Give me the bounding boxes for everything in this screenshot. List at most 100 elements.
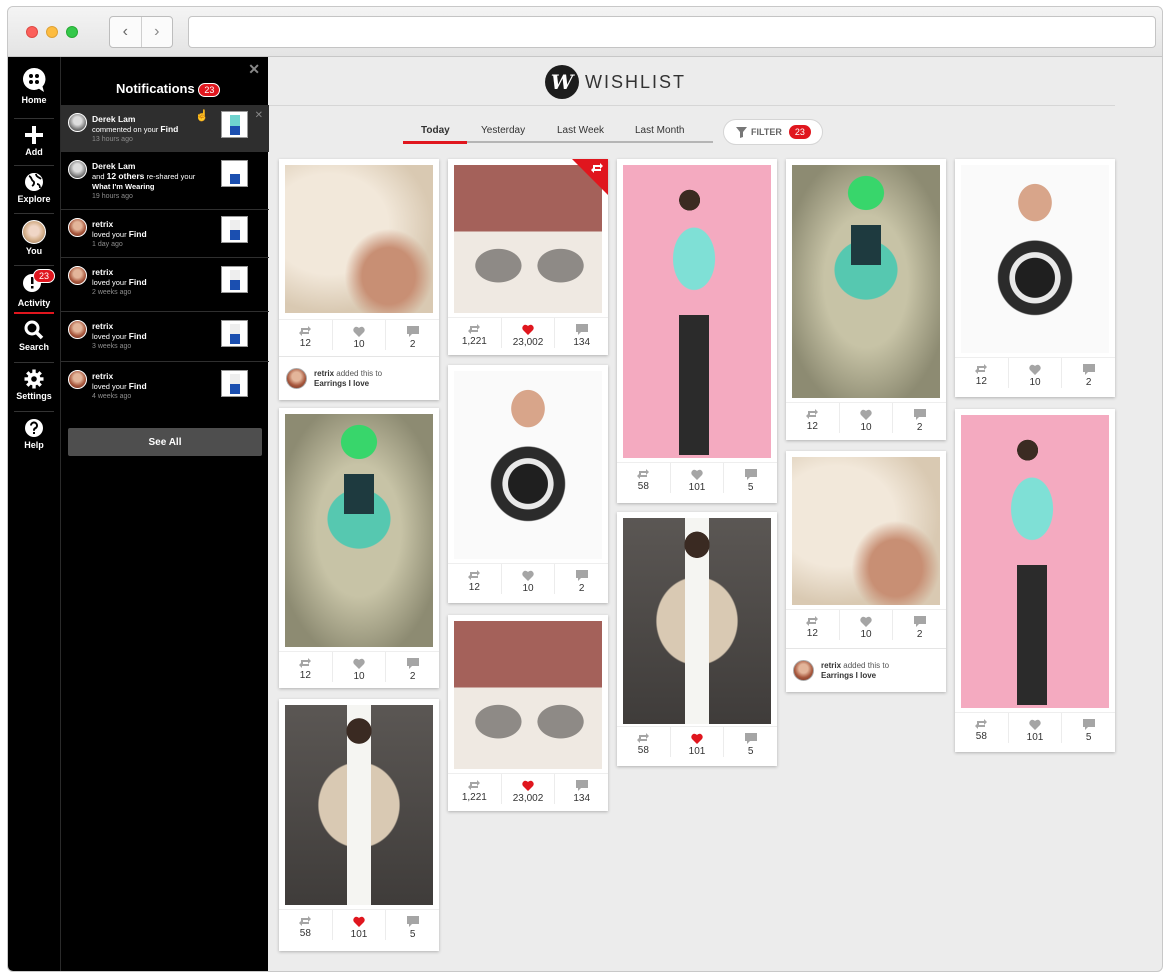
comment-stat[interactable]: 5 bbox=[385, 910, 439, 940]
comment-stat[interactable]: 5 bbox=[1061, 713, 1115, 743]
comment-stat[interactable]: 5 bbox=[723, 463, 777, 493]
feed-card[interactable]: 58 101 5 bbox=[617, 512, 777, 766]
sidebar-label-home: Home bbox=[21, 95, 47, 105]
notification-item[interactable]: retrix loved your Find 3 weeks ago bbox=[61, 312, 269, 362]
reshare-count: 12 bbox=[806, 421, 818, 432]
feed-card[interactable]: 12 10 2 bbox=[279, 408, 439, 688]
like-stat[interactable]: 23,002 bbox=[500, 318, 555, 348]
reshare-stat[interactable]: 58 bbox=[279, 910, 332, 940]
back-button[interactable]: ‹ bbox=[110, 17, 142, 47]
like-stat[interactable]: 10 bbox=[838, 403, 893, 433]
feed-card[interactable]: 12 10 2 bbox=[955, 159, 1115, 397]
comment-stat[interactable]: 2 bbox=[892, 403, 946, 433]
card-stats: 1,221 23,002 134 bbox=[448, 773, 608, 804]
sidebar-item-you[interactable]: You bbox=[8, 220, 60, 270]
browser-window: ‹ › Home Add Explore You 23 Activity Sea… bbox=[7, 6, 1163, 972]
added-to-board[interactable]: retrix added this to Earrings I love bbox=[786, 648, 946, 692]
notification-item[interactable]: Derek Lam and 12 others re-shared your W… bbox=[61, 152, 269, 210]
tab-yesterday[interactable]: Yesterday bbox=[481, 125, 525, 136]
like-stat[interactable]: 101 bbox=[331, 910, 386, 940]
notification-item[interactable]: Derek Lam commented on your Find 13 hour… bbox=[61, 105, 269, 152]
feed-card[interactable]: 1,221 23,002 134 bbox=[448, 615, 608, 811]
comment-stat[interactable]: 2 bbox=[1061, 358, 1115, 388]
feed-card[interactable]: 1,221 23,002 134 bbox=[448, 159, 608, 355]
wishlist-logo[interactable]: W WISHLIST bbox=[545, 65, 686, 99]
notification-thumbnail[interactable] bbox=[221, 216, 248, 243]
like-stat[interactable]: 10 bbox=[331, 320, 386, 350]
like-stat[interactable]: 10 bbox=[838, 610, 893, 640]
see-all-button[interactable]: See All bbox=[68, 428, 262, 456]
notification-object: 12 others bbox=[106, 171, 145, 181]
comment-stat[interactable]: 134 bbox=[554, 318, 608, 348]
notification-thumbnail[interactable] bbox=[221, 320, 248, 347]
sidebar-item-add[interactable]: Add bbox=[8, 125, 60, 175]
notification-action: loved your bbox=[92, 278, 127, 287]
sidebar-item-help[interactable]: Help bbox=[8, 418, 60, 468]
zoom-window-button[interactable] bbox=[66, 26, 78, 38]
tab-last-week[interactable]: Last Week bbox=[557, 125, 604, 136]
notification-item[interactable]: retrix loved your Find 2 weeks ago bbox=[61, 258, 269, 312]
notification-thumbnail[interactable] bbox=[221, 160, 248, 187]
reshare-stat[interactable]: 1,221 bbox=[448, 774, 501, 804]
sidebar-item-activity[interactable]: 23 Activity bbox=[8, 269, 60, 322]
notification-object: Find bbox=[128, 277, 147, 287]
reshare-icon bbox=[806, 616, 819, 626]
like-stat[interactable]: 101 bbox=[669, 727, 724, 757]
notification-item[interactable]: retrix loved your Find 4 weeks ago bbox=[61, 362, 269, 414]
comment-stat[interactable]: 2 bbox=[385, 320, 439, 350]
feed-card[interactable]: 12 10 2 bbox=[448, 365, 608, 603]
tab-today[interactable]: Today bbox=[421, 125, 450, 136]
close-window-button[interactable] bbox=[26, 26, 38, 38]
reshare-stat[interactable]: 58 bbox=[617, 463, 670, 493]
reshare-stat[interactable]: 12 bbox=[786, 610, 839, 640]
notifications-title-text: Notifications bbox=[116, 81, 195, 96]
like-stat[interactable]: 10 bbox=[500, 564, 555, 594]
comment-stat[interactable]: 5 bbox=[723, 727, 777, 757]
close-icon[interactable]: ✕ bbox=[248, 61, 260, 78]
feed-card[interactable]: 58 101 5 bbox=[955, 409, 1115, 752]
feed-card[interactable]: 12 10 2 bbox=[786, 159, 946, 440]
added-to-text: retrix added this to Earrings I love bbox=[314, 369, 382, 389]
reshare-stat[interactable]: 12 bbox=[955, 358, 1008, 388]
like-stat[interactable]: 23,002 bbox=[500, 774, 555, 804]
reshare-stat[interactable]: 12 bbox=[279, 652, 332, 682]
tab-last-month[interactable]: Last Month bbox=[635, 125, 684, 136]
notification-thumbnail[interactable] bbox=[221, 111, 248, 138]
reshare-stat[interactable]: 12 bbox=[786, 403, 839, 433]
filter-button[interactable]: FILTER 23 bbox=[723, 119, 823, 145]
forward-button[interactable]: › bbox=[142, 17, 173, 47]
reshare-icon bbox=[975, 364, 988, 374]
dismiss-icon[interactable]: ✕ bbox=[255, 110, 263, 121]
sidebar-item-home[interactable]: Home bbox=[8, 67, 60, 117]
like-stat[interactable]: 101 bbox=[1007, 713, 1062, 743]
added-to-board[interactable]: retrix added this to Earrings I love bbox=[279, 356, 439, 400]
sidebar-item-explore[interactable]: Explore bbox=[8, 172, 60, 222]
minimize-window-button[interactable] bbox=[46, 26, 58, 38]
reshare-stat[interactable]: 1,221 bbox=[448, 318, 501, 348]
feed-card[interactable]: 12 10 2 retrix added this to Earrings I l… bbox=[786, 451, 946, 692]
like-stat[interactable]: 10 bbox=[331, 652, 386, 682]
comment-stat[interactable]: 134 bbox=[554, 774, 608, 804]
notification-thumbnail[interactable] bbox=[221, 370, 248, 397]
card-stats: 12 10 2 bbox=[786, 402, 946, 433]
reshare-stat[interactable]: 12 bbox=[448, 564, 501, 594]
like-count: 23,002 bbox=[512, 793, 544, 804]
notification-thumbnail[interactable] bbox=[221, 266, 248, 293]
board-name: Earrings I love bbox=[821, 671, 877, 680]
notification-item[interactable]: retrix loved your Find 1 day ago bbox=[61, 210, 269, 258]
feed-card[interactable]: 58 101 5 bbox=[617, 159, 777, 503]
feed-card[interactable]: 12 10 2 retrix added this to Earrings I l… bbox=[279, 159, 439, 400]
reshare-stat[interactable]: 58 bbox=[955, 713, 1008, 743]
address-bar[interactable] bbox=[188, 16, 1156, 48]
comment-stat[interactable]: 2 bbox=[385, 652, 439, 682]
like-stat[interactable]: 101 bbox=[669, 463, 724, 493]
comment-stat[interactable]: 2 bbox=[554, 564, 608, 594]
header-divider bbox=[269, 105, 1115, 106]
comment-icon bbox=[1082, 364, 1095, 375]
reshare-count: 1,221 bbox=[461, 792, 487, 803]
reshare-stat[interactable]: 12 bbox=[279, 320, 332, 350]
reshare-stat[interactable]: 58 bbox=[617, 727, 670, 757]
like-stat[interactable]: 10 bbox=[1007, 358, 1062, 388]
comment-stat[interactable]: 2 bbox=[892, 610, 946, 640]
feed-card[interactable]: 58 101 5 bbox=[279, 699, 439, 951]
